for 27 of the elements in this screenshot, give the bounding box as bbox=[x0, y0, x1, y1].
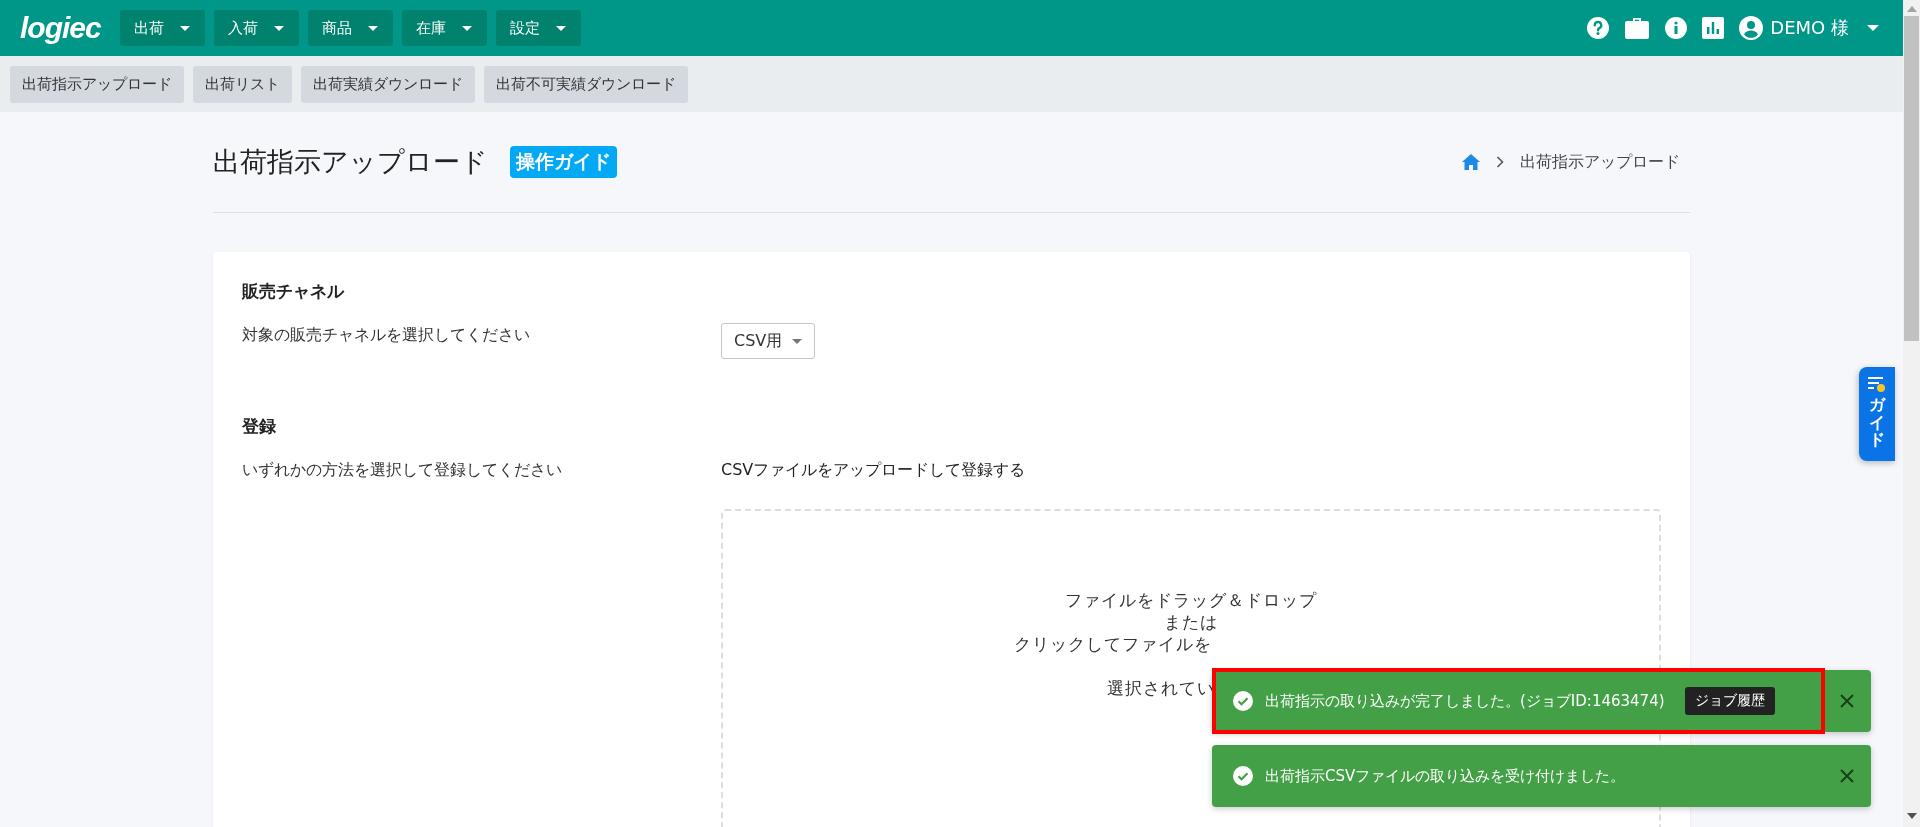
user-menu-button[interactable]: DEMO 様 bbox=[1738, 15, 1879, 41]
channel-select[interactable]: CSV用 bbox=[721, 323, 816, 359]
field-label: いずれかの方法を選択して登録してください bbox=[242, 459, 563, 481]
menu-button[interactable]: 設定 bbox=[495, 10, 581, 46]
field-label: 対象の販売チャネルを選択してください bbox=[242, 324, 531, 346]
menu-button[interactable]: 商品 bbox=[307, 10, 393, 46]
section-heading: 登録 bbox=[242, 415, 277, 438]
upload-method-text: CSVファイルをアップロードして登録する bbox=[721, 459, 1027, 481]
job-history-button[interactable]: ジョブ履歴 bbox=[1684, 687, 1775, 715]
logo[interactable]: logiec bbox=[20, 11, 101, 45]
sub-navigation-button[interactable]: 出荷リスト bbox=[193, 65, 292, 103]
notification-message: 出荷指示CSVファイルの取り込みを受け付けました。 bbox=[1265, 766, 1626, 786]
sub-navigation-button[interactable]: 出荷指示アップロード bbox=[10, 65, 184, 103]
guide-link[interactable]: 操作ガイド bbox=[510, 146, 617, 178]
drop-zone-text: ファイルをドラッグ＆ドロップ bbox=[1064, 589, 1318, 611]
guide-tab[interactable]: ガイド bbox=[1859, 367, 1895, 461]
sub-navigation-button[interactable]: 出荷実績ダウンロード bbox=[301, 65, 475, 103]
menu-button[interactable]: 在庫 bbox=[401, 10, 487, 46]
drop-zone-text: または bbox=[1163, 611, 1219, 633]
drop-zone-text: クリックしてファイルを bbox=[1013, 633, 1213, 655]
section-heading: 販売チャネル bbox=[242, 280, 346, 303]
menu-button[interactable]: 入荷 bbox=[213, 10, 299, 46]
sub-navigation-button[interactable]: 出荷不可実績ダウンロード bbox=[484, 65, 688, 103]
guide-tab-label: ガイド bbox=[1869, 396, 1885, 449]
breadcrumb-text: 出荷指示アップロード bbox=[1520, 151, 1680, 173]
page-title: 出荷指示アップロード bbox=[213, 145, 488, 179]
menu-button[interactable]: 出荷 bbox=[119, 10, 205, 46]
